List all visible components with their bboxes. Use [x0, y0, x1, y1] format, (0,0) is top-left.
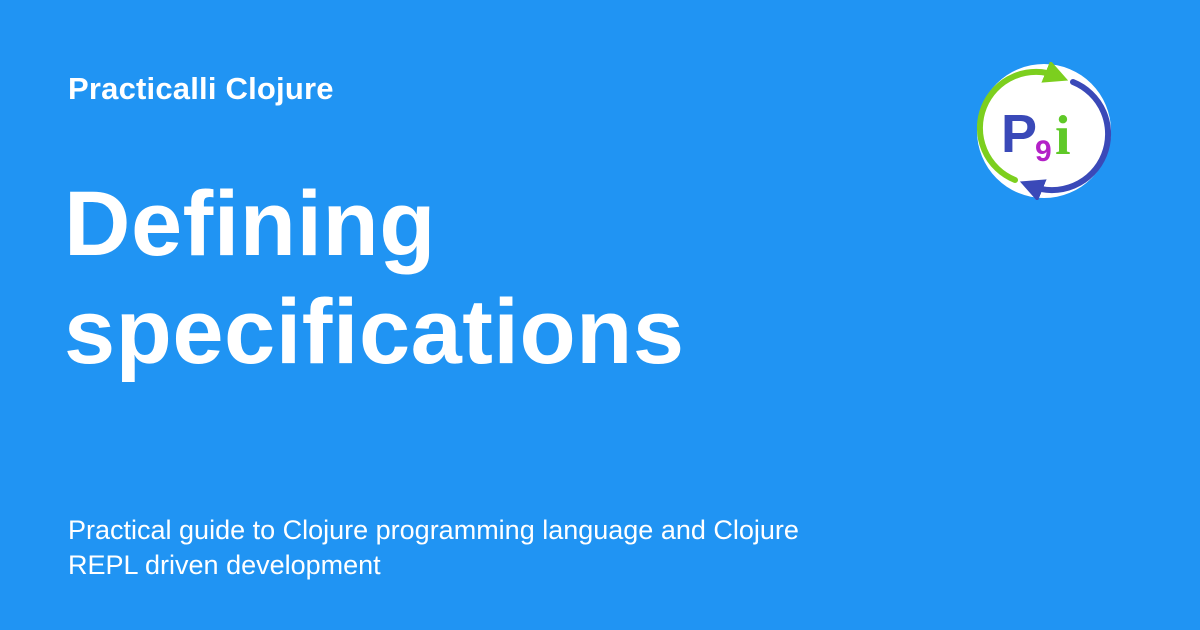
page-description: Practical guide to Clojure programming l… — [68, 515, 799, 580]
logo-letter-i: i — [1055, 105, 1071, 167]
practicalli-logo-icon: P 9 i — [975, 62, 1113, 200]
logo-digit-9: 9 — [1035, 135, 1052, 168]
logo-letter-p: P — [1001, 104, 1037, 164]
social-card: Practicalli Clojure Defining specificati… — [0, 0, 1200, 630]
site-name: Practicalli Clojure — [68, 71, 334, 106]
page-title: Defining specifications — [64, 173, 685, 383]
logo-graphic: P 9 i — [976, 62, 1112, 200]
